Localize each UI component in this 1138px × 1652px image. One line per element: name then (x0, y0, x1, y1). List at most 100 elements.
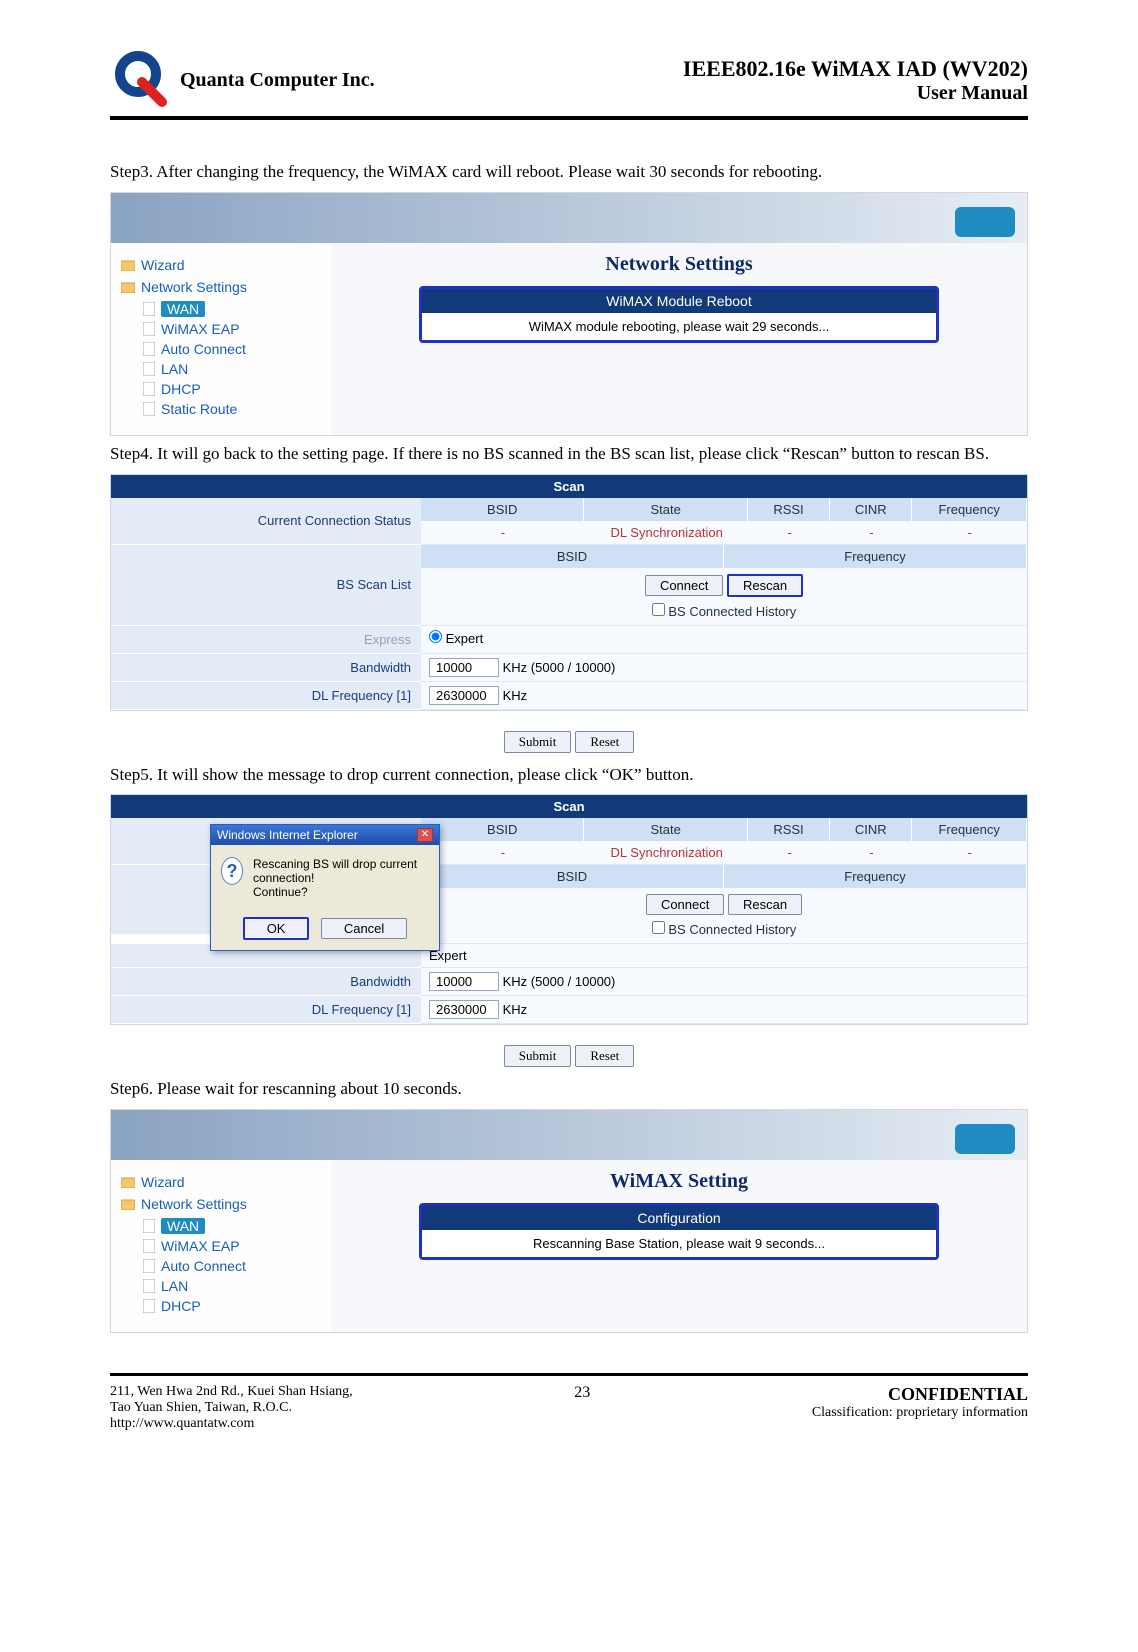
submit-button[interactable]: Submit (504, 731, 572, 753)
section-title-network: Network Settings (351, 253, 1007, 276)
bandwidth-input-2[interactable]: 10000 (429, 972, 499, 991)
rescan-panel: Configuration Rescanning Base Station, p… (419, 1203, 939, 1260)
nav-wimax-eap[interactable]: WiMAX EAP (143, 321, 321, 337)
bs-history-checkbox[interactable] (652, 603, 665, 616)
confirm-dialog: Windows Internet Explorer ✕ ? Rescaning … (210, 824, 440, 951)
page-icon (143, 1279, 155, 1293)
cell-state-2: DL Synchronization (585, 841, 749, 864)
page-icon (143, 1299, 155, 1313)
quanta-logo-icon (110, 50, 170, 110)
reboot-panel: WiMAX Module Reboot WiMAX module rebooti… (419, 286, 939, 343)
nav-lan-2[interactable]: LAN (143, 1278, 321, 1294)
rescan-button-2[interactable]: Rescan (728, 894, 802, 915)
folder-open-icon (121, 1198, 135, 1210)
rescan-panel-body: Rescanning Base Station, please wait 9 s… (422, 1230, 936, 1257)
page-icon (143, 362, 155, 376)
th-freq2: Frequency (724, 545, 1027, 568)
nav-network-settings[interactable]: Network Settings (121, 279, 321, 295)
dlfreq-input-2[interactable]: 2630000 (429, 1000, 499, 1019)
step6-text: Step6. Please wait for rescanning about … (110, 1077, 1028, 1101)
th-rssi-2: RSSI (748, 818, 830, 841)
dialog-ok-button[interactable]: OK (243, 917, 310, 940)
cell-freq: - (912, 521, 1027, 544)
bs-history-label: BS Connected History (668, 604, 796, 619)
reset-button[interactable]: Reset (575, 731, 634, 753)
connect-button-2[interactable]: Connect (646, 894, 724, 915)
nav-auto-connect-2[interactable]: Auto Connect (143, 1258, 321, 1274)
folder-icon (121, 1176, 135, 1188)
nav-wizard-2[interactable]: Wizard (121, 1174, 321, 1190)
label-express: Express (111, 626, 421, 654)
cell-cinr: - (830, 521, 912, 544)
header-company: Quanta Computer Inc. (180, 69, 375, 92)
submit-button-2[interactable]: Submit (504, 1045, 572, 1067)
banner-graphic-2 (111, 1110, 1027, 1160)
cell-bsid: - (421, 521, 585, 544)
th-state-2: State (584, 818, 747, 841)
page-footer: 211, Wen Hwa 2nd Rd., Kuei Shan Hsiang, … (110, 1384, 1028, 1432)
nav-dhcp-2[interactable]: DHCP (143, 1298, 321, 1314)
cell-rssi-2: - (749, 841, 831, 864)
header-subtitle: User Manual (683, 82, 1028, 105)
step5-text: Step5. It will show the message to drop … (110, 763, 1028, 787)
th-bsid: BSID (421, 498, 584, 521)
dlfreq-unit-2: KHz (503, 1002, 528, 1017)
page-icon (143, 402, 155, 416)
label-bandwidth: Bandwidth (111, 654, 421, 682)
reboot-panel-head: WiMAX Module Reboot (422, 289, 936, 313)
dlfreq-input[interactable]: 2630000 (429, 686, 499, 705)
nav-auto-connect[interactable]: Auto Connect (143, 341, 321, 357)
screenshot-reboot: Wizard Network Settings WAN WiMAX EAP Au… (110, 192, 1028, 436)
th-freq: Frequency (912, 498, 1027, 521)
bs-history-checkbox-2[interactable] (652, 921, 665, 934)
nav-tree: Wizard Network Settings WAN WiMAX EAP Au… (111, 243, 331, 435)
expert-label: Expert (446, 631, 484, 646)
nav-network-settings-2[interactable]: Network Settings (121, 1196, 321, 1212)
dialog-msg1: Rescaning BS will drop current connectio… (253, 857, 429, 885)
th-cinr-2: CINR (830, 818, 912, 841)
reboot-panel-body: WiMAX module rebooting, please wait 29 s… (422, 313, 936, 340)
bandwidth-unit: KHz (5000 / 10000) (503, 660, 616, 675)
nav-static-route[interactable]: Static Route (143, 401, 321, 417)
nav-lan[interactable]: LAN (143, 361, 321, 377)
expert-radio[interactable] (429, 630, 442, 643)
cell-bsid-2: - (421, 841, 585, 864)
page-icon (143, 1259, 155, 1273)
cell-rssi: - (749, 521, 831, 544)
page-number: 23 (574, 1384, 590, 1432)
header-product: IEEE802.16e WiMAX IAD (WV202) (683, 56, 1028, 82)
nav-wimax-eap-2[interactable]: WiMAX EAP (143, 1238, 321, 1254)
nav-dhcp[interactable]: DHCP (143, 381, 321, 397)
footer-classification: Classification: proprietary information (812, 1405, 1028, 1421)
th-state: State (584, 498, 747, 521)
rescan-button[interactable]: Rescan (727, 574, 803, 597)
section-title-wimax: WiMAX Setting (351, 1170, 1007, 1193)
cell-freq-2: - (912, 841, 1027, 864)
reset-button-2[interactable]: Reset (575, 1045, 634, 1067)
page-header: Quanta Computer Inc. IEEE802.16e WiMAX I… (110, 50, 1028, 110)
th-bsid-3: BSID (421, 865, 724, 888)
page-icon (143, 322, 155, 336)
scan-title-2: Scan (111, 795, 1027, 818)
label-bandwidth-2: Bandwidth (111, 968, 421, 996)
bandwidth-input[interactable]: 10000 (429, 658, 499, 677)
label-ccs: Current Connection Status (111, 498, 421, 545)
label-dlfreq-2: DL Frequency [1] (111, 996, 421, 1024)
page-icon (143, 1219, 155, 1233)
connect-button[interactable]: Connect (645, 575, 723, 596)
dlfreq-unit: KHz (503, 688, 528, 703)
step3-text: Step3. After changing the frequency, the… (110, 160, 1028, 184)
bs-history-label-2: BS Connected History (668, 922, 796, 937)
page-icon (143, 302, 155, 316)
bandwidth-unit-2: KHz (5000 / 10000) (503, 974, 616, 989)
scan-panel-1: Scan Current Connection Status BSID Stat… (110, 474, 1028, 711)
th-freq-3: Frequency (724, 865, 1027, 888)
nav-wizard[interactable]: Wizard (121, 257, 321, 273)
dialog-close-icon[interactable]: ✕ (417, 828, 433, 842)
label-bslist: BS Scan List (111, 545, 421, 626)
th-cinr: CINR (830, 498, 912, 521)
scan-title: Scan (111, 475, 1027, 498)
nav-wan[interactable]: WAN (143, 301, 321, 317)
dialog-cancel-button[interactable]: Cancel (321, 918, 407, 939)
nav-wan-2[interactable]: WAN (143, 1218, 321, 1234)
